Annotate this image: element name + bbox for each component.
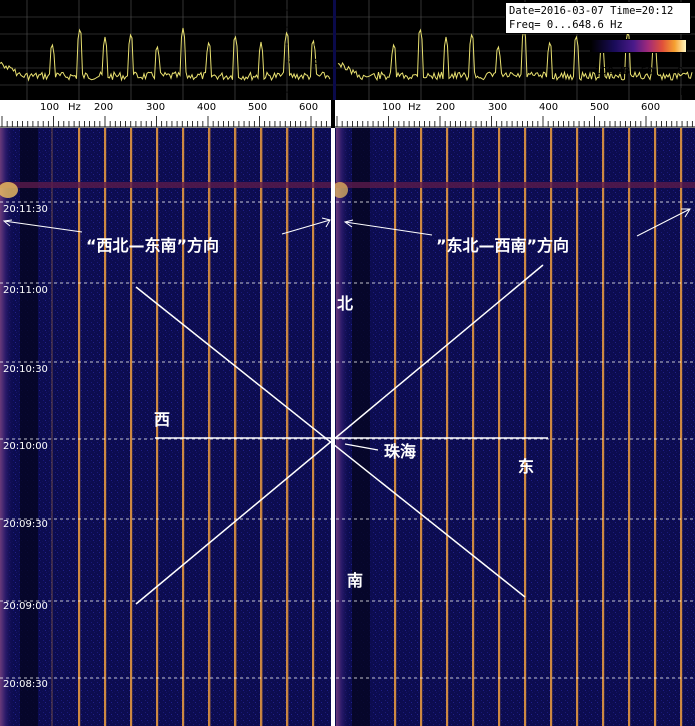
tick-label-600-right: 600	[641, 102, 661, 113]
waterfall-display	[0, 128, 695, 726]
harmonic-line	[602, 128, 605, 726]
harmonic-line	[654, 128, 657, 726]
date-label: Date=2016-03-07	[509, 5, 604, 17]
waterfall-left-edge	[0, 128, 14, 726]
faint-line	[261, 128, 263, 726]
harmonic-line	[446, 128, 449, 726]
colorbar-max-label: 0	[677, 66, 684, 77]
annotation-north: 北	[337, 294, 354, 313]
time-label-5: 20:09:30	[3, 519, 48, 530]
burst-band	[0, 182, 695, 188]
harmonic-line	[628, 128, 631, 726]
annotation-east: 东	[518, 457, 535, 476]
harmonic-line	[420, 128, 423, 726]
tick-label-400-right: 400	[539, 102, 559, 113]
faint-line	[51, 128, 53, 726]
faint-line	[287, 128, 289, 726]
tick-label-300-right: 300	[488, 102, 508, 113]
time-label-3: 20:10:30	[3, 364, 48, 375]
harmonic-line	[182, 128, 185, 726]
time-label: Time=20:12	[610, 5, 674, 17]
colorbar-min-label: -100 dB	[591, 66, 631, 77]
tick-label-100-right: 100	[382, 102, 402, 113]
harmonic-line	[472, 128, 475, 726]
harmonic-line	[130, 128, 133, 726]
center-divider	[331, 128, 335, 726]
harmonic-line	[550, 128, 553, 726]
ruler-ticks	[0, 116, 695, 128]
freq-label: Freq= 0...648.6 Hz	[509, 19, 623, 31]
annotation-ne-sw: ”东北—西南”方向	[436, 236, 570, 255]
harmonic-line	[524, 128, 527, 726]
dark-band-left	[20, 128, 38, 726]
time-label-7: 20:08:30	[3, 679, 48, 690]
time-label-6: 20:09:00	[3, 601, 48, 612]
harmonic-line	[576, 128, 579, 726]
faint-line	[235, 128, 237, 726]
harmonic-line	[78, 128, 81, 726]
db-label-2: -40.0 dB	[284, 22, 327, 33]
tick-label-600-left: 600	[299, 102, 319, 113]
time-label-1: 20:11:30	[3, 204, 48, 215]
harmonic-line	[394, 128, 397, 726]
dark-band-right	[352, 128, 370, 726]
tick-label-200-right: 200	[436, 102, 456, 113]
db-label-3: -60.0 dB	[284, 39, 327, 50]
colorbar-mid-label: -50	[637, 66, 654, 77]
harmonic-line	[680, 128, 683, 726]
tick-label-500-left: 500	[248, 102, 268, 113]
ruler-divider	[331, 100, 335, 128]
tick-label-500-right: 500	[590, 102, 610, 113]
db-label-5: - 120 dB	[284, 87, 327, 98]
tick-label-200-left: 200	[94, 102, 114, 113]
db-label-1: -20.0 dB	[284, 5, 327, 16]
tick-label-hz-right: Hz	[408, 102, 421, 113]
tick-label-hz-left: Hz	[68, 102, 81, 113]
annotation-nw-se: “西北—东南”方向	[86, 236, 220, 255]
db-label-right: - 120 dB	[644, 87, 687, 98]
db-label-4: -80.0 dB	[284, 56, 327, 67]
tick-label-100-left: 100	[40, 102, 60, 113]
tick-label-300-left: 300	[146, 102, 166, 113]
time-label-4: 20:10:00	[3, 441, 48, 452]
annotation-west: 西	[154, 410, 171, 429]
info-box: Date=2016-03-07 Time=20:12 Freq= 0...648…	[505, 2, 691, 34]
spectrogram-window: -20.0 dB -40.0 dB -60.0 dB -80.0 dB - 12…	[0, 0, 695, 726]
colorbar	[590, 39, 687, 53]
harmonic-line	[104, 128, 107, 726]
annotation-zhuhai: 珠海	[384, 442, 417, 461]
time-label-2: 20:11:00	[3, 285, 48, 296]
annotation-south: 南	[347, 571, 364, 590]
tick-label-400-left: 400	[197, 102, 217, 113]
harmonic-line	[498, 128, 501, 726]
faint-line	[209, 128, 211, 726]
